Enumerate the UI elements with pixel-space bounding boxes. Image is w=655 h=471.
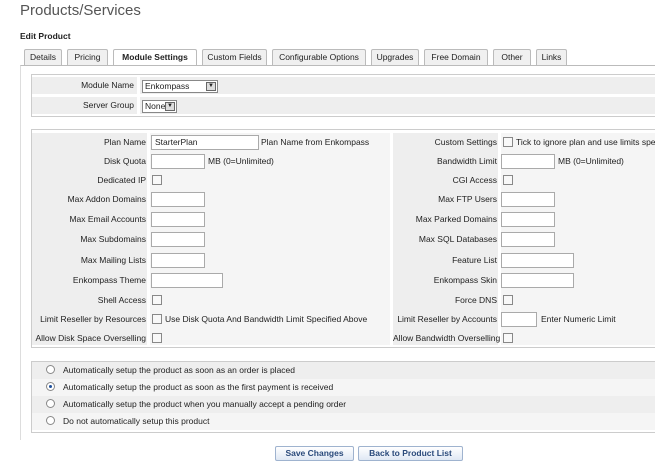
dedicated-ip-checkbox[interactable] (152, 175, 162, 185)
limit-reseller-accounts-input[interactable] (501, 312, 537, 327)
limit-reseller-resources-hint: Use Disk Quota And Bandwidth Limit Speci… (165, 314, 368, 324)
skin-input[interactable] (501, 273, 574, 288)
setup-option-label: Do not automatically setup this product (63, 416, 210, 426)
custom-settings-checkbox[interactable] (503, 137, 513, 147)
radio-button[interactable] (46, 399, 55, 408)
allow-disk-overselling-checkbox[interactable] (152, 333, 162, 343)
setup-options-box: Automatically setup the product as soon … (31, 361, 655, 433)
plan-name-input[interactable]: StarterPlan (151, 135, 259, 150)
setup-option-label: Automatically setup the product as soon … (63, 365, 295, 375)
force-dns-label: Force DNS (454, 295, 497, 305)
server-group-select[interactable]: None ▼ (142, 100, 177, 113)
limit-reseller-resources-label: Limit Reseller by Resources (40, 314, 146, 324)
tab-links[interactable]: Links (536, 49, 567, 65)
custom-settings-label: Custom Settings (434, 137, 497, 147)
module-name-value: Enkompass (145, 81, 190, 91)
section-title: Edit Product (20, 31, 71, 41)
max-sql-databases-label: Max SQL Databases (418, 234, 497, 244)
radio-button[interactable] (46, 416, 55, 425)
allow-disk-overselling-label: Allow Disk Space Overselling (35, 333, 146, 343)
limit-reseller-accounts-hint: Enter Numeric Limit (541, 314, 616, 324)
custom-settings-hint: Tick to ignore plan and use limits speci… (516, 137, 655, 147)
theme-input[interactable] (151, 273, 223, 288)
max-sql-databases-input[interactable] (501, 232, 555, 247)
module-name-label: Module Name (81, 80, 134, 90)
tab-other[interactable]: Other (493, 49, 531, 65)
disk-quota-input[interactable] (151, 154, 205, 169)
tab-module-settings[interactable]: Module Settings (113, 49, 197, 66)
cgi-access-label: CGI Access (452, 175, 497, 185)
skin-label: Enkompass Skin (433, 275, 497, 285)
radio-button-selected[interactable] (46, 382, 55, 391)
shell-access-checkbox[interactable] (152, 295, 162, 305)
save-changes-button[interactable]: Save Changes (275, 446, 354, 461)
back-to-product-list-button[interactable]: Back to Product List (358, 446, 463, 461)
chevron-down-icon: ▼ (165, 102, 175, 111)
max-ftp-users-label: Max FTP Users (438, 194, 497, 204)
plan-name-hint: Plan Name from Enkompass (261, 137, 370, 147)
radio-button[interactable] (46, 365, 55, 374)
setup-option-label: Automatically setup the product as soon … (63, 382, 334, 392)
chevron-down-icon: ▼ (206, 82, 216, 91)
max-ftp-users-input[interactable] (501, 192, 555, 207)
bandwidth-limit-label: Bandwidth Limit (436, 156, 497, 166)
max-parked-domains-label: Max Parked Domains (415, 214, 497, 224)
theme-label: Enkompass Theme (72, 275, 146, 285)
setup-option[interactable]: Do not automatically setup this product (32, 413, 655, 430)
max-mailing-lists-label: Max Mailing Lists (80, 255, 146, 265)
server-group-label: Server Group (82, 100, 134, 110)
tab-content: Module Name Enkompass ▼ Server Group Non… (20, 65, 655, 440)
tab-free-domain[interactable]: Free Domain (424, 49, 488, 65)
limit-reseller-accounts-label: Limit Reseller by Accounts (397, 314, 497, 324)
feature-list-label: Feature List (452, 255, 497, 265)
setup-option[interactable]: Automatically setup the product when you… (32, 396, 655, 413)
server-group-value: None (145, 101, 166, 111)
tab-upgrades[interactable]: Upgrades (371, 49, 419, 65)
setup-option[interactable]: Automatically setup the product as soon … (32, 362, 655, 379)
max-email-accounts-input[interactable] (151, 212, 205, 227)
settings-box: Plan Name StarterPlan Plan Name from Enk… (31, 129, 655, 348)
dedicated-ip-label: Dedicated IP (97, 175, 146, 185)
max-subdomains-label: Max Subdomains (80, 234, 146, 244)
bandwidth-limit-input[interactable] (501, 154, 555, 169)
module-box: Module Name Enkompass ▼ Server Group Non… (31, 74, 655, 117)
max-subdomains-input[interactable] (151, 232, 205, 247)
setup-option[interactable]: Automatically setup the product as soon … (32, 379, 655, 396)
module-name-select[interactable]: Enkompass ▼ (142, 80, 218, 93)
force-dns-checkbox[interactable] (503, 295, 513, 305)
tab-configurable-options[interactable]: Configurable Options (272, 49, 366, 65)
max-addon-domains-input[interactable] (151, 192, 205, 207)
bandwidth-limit-unit: MB (0=Unlimited) (558, 156, 624, 166)
disk-quota-label: Disk Quota (103, 156, 146, 166)
feature-list-input[interactable] (501, 253, 574, 268)
allow-bandwidth-overselling-label: Allow Bandwidth Overselling (393, 333, 501, 343)
plan-name-label: Plan Name (103, 137, 146, 147)
limit-reseller-resources-checkbox[interactable] (152, 314, 162, 324)
allow-bandwidth-overselling-checkbox[interactable] (503, 333, 513, 343)
max-mailing-lists-input[interactable] (151, 253, 205, 268)
disk-quota-unit: MB (0=Unlimited) (208, 156, 274, 166)
cgi-access-checkbox[interactable] (503, 175, 513, 185)
page-title: Products/Services (20, 2, 141, 19)
shell-access-label: Shell Access (97, 295, 146, 305)
max-email-accounts-label: Max Email Accounts (69, 214, 146, 224)
max-addon-domains-label: Max Addon Domains (67, 194, 146, 204)
setup-option-label: Automatically setup the product when you… (63, 399, 347, 409)
tab-pricing[interactable]: Pricing (67, 49, 108, 65)
tab-custom-fields[interactable]: Custom Fields (202, 49, 267, 65)
tab-details[interactable]: Details (24, 49, 62, 65)
max-parked-domains-input[interactable] (501, 212, 555, 227)
